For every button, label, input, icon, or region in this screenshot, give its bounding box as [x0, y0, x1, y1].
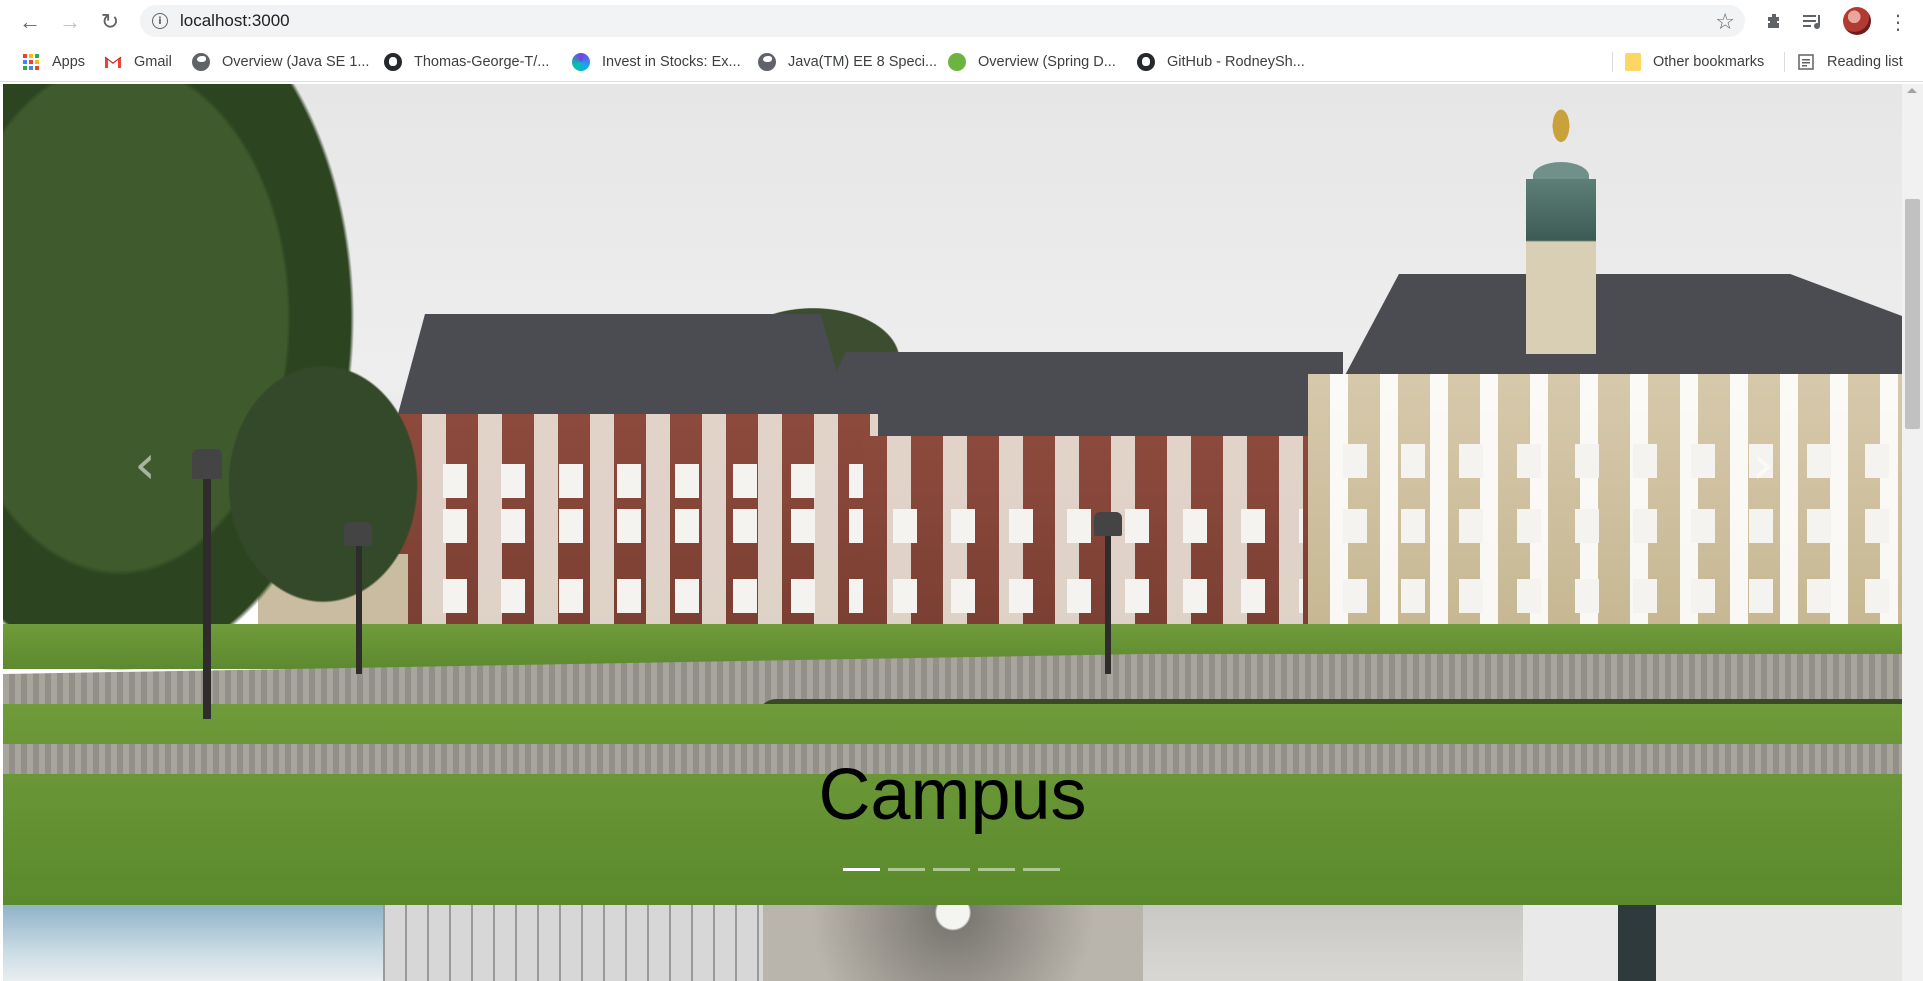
- slide-street-lamp: [344, 522, 372, 546]
- bookmark-label: GitHub - RodneySh...: [1167, 54, 1305, 70]
- slide-windows: [1323, 444, 1893, 478]
- bookmark-label: Java(TM) EE 8 Speci...: [788, 54, 938, 70]
- bookmark-gmail[interactable]: Gmail: [104, 43, 172, 81]
- menu-kebab-icon[interactable]: ⋮: [1888, 9, 1908, 35]
- invest-icon: [572, 53, 590, 71]
- reading-list-label: Reading list: [1827, 54, 1903, 70]
- bookmark-java-se[interactable]: Overview (Java SE 1...: [192, 43, 369, 81]
- browser-toolbar: ← → ↻ i localhost:3000 ☆ ⋮: [0, 0, 1923, 43]
- bookmark-label: Thomas-George-T/...: [414, 54, 550, 70]
- bookmark-spring[interactable]: Overview (Spring D...: [948, 43, 1116, 81]
- extensions-icon[interactable]: [1764, 9, 1784, 35]
- gmail-icon: [104, 53, 122, 71]
- slide-building-roof: [803, 352, 1343, 437]
- other-bookmarks-label: Other bookmarks: [1653, 54, 1765, 70]
- bookmark-other[interactable]: Other bookmarks: [1625, 43, 1764, 81]
- slide-windows: [873, 579, 1303, 613]
- github-icon: [384, 53, 402, 71]
- globe-icon: [758, 53, 776, 71]
- slide-windows: [1323, 509, 1893, 543]
- thumbnail-image[interactable]: [3, 905, 383, 981]
- slide-windows: [423, 579, 863, 613]
- thumbnail-image[interactable]: [763, 905, 1143, 981]
- slide-windows: [1323, 579, 1893, 613]
- reading-list-icon: [1797, 53, 1815, 71]
- forward-arrow-icon[interactable]: →: [56, 8, 84, 36]
- bookmark-star-icon[interactable]: ☆: [1715, 9, 1735, 35]
- thumbnail-image[interactable]: [383, 905, 763, 981]
- bookmark-thomas-george[interactable]: Thomas-George-T/...: [384, 43, 549, 81]
- chevron-left-icon: ‹: [134, 432, 156, 496]
- bookmark-apps[interactable]: Apps: [22, 43, 85, 81]
- slide-building-roof: [1343, 274, 1902, 379]
- bookmarks-divider: [1612, 52, 1613, 72]
- carousel-indicator[interactable]: [978, 868, 1015, 871]
- carousel-indicator[interactable]: [1023, 868, 1060, 871]
- spring-icon: [948, 53, 966, 71]
- slide-street-lamp: [1105, 524, 1111, 674]
- bookmark-java-ee[interactable]: Java(TM) EE 8 Speci...: [758, 43, 937, 81]
- carousel-indicator[interactable]: [933, 868, 970, 871]
- bookmarks-divider: [1784, 52, 1785, 72]
- bookmark-label: Overview (Java SE 1...: [222, 54, 370, 70]
- bookmark-label: Apps: [52, 54, 86, 70]
- slide-windows: [873, 509, 1303, 543]
- address-bar[interactable]: i localhost:3000 ☆: [140, 5, 1745, 37]
- apps-icon: [22, 53, 40, 71]
- carousel-indicator[interactable]: [888, 868, 925, 871]
- slide-windows: [423, 464, 863, 498]
- scroll-up-arrow-icon[interactable]: [1907, 88, 1917, 93]
- hero-carousel: ‹ › Campus: [3, 84, 1902, 905]
- media-queue-icon[interactable]: [1802, 9, 1824, 35]
- github-icon: [1137, 53, 1155, 71]
- carousel-caption: Campus: [818, 755, 1087, 835]
- carousel-prev-button[interactable]: ‹: [125, 432, 165, 496]
- carousel-indicator[interactable]: [843, 868, 880, 871]
- bookmark-label: Invest in Stocks: Ex...: [602, 54, 741, 70]
- slide-building-roof: [398, 314, 848, 414]
- thumbnail-image[interactable]: [1143, 905, 1523, 981]
- slide-street-lamp: [356, 534, 362, 674]
- slide-windows: [423, 509, 863, 543]
- chevron-right-icon: ›: [1752, 432, 1774, 496]
- back-arrow-icon[interactable]: ←: [16, 8, 44, 36]
- thumbnail-image[interactable]: [1523, 905, 1903, 981]
- reload-icon[interactable]: ↻: [96, 8, 124, 36]
- profile-avatar[interactable]: [1843, 7, 1871, 35]
- address-url[interactable]: localhost:3000: [180, 11, 290, 31]
- slide-street-lamp: [203, 464, 211, 719]
- slide-tree: [203, 334, 443, 634]
- reading-list[interactable]: Reading list: [1797, 43, 1903, 81]
- bookmarks-bar: Apps Gmail Overview (Java SE 1... Thomas…: [0, 43, 1923, 82]
- folder-icon: [1625, 53, 1641, 71]
- bookmark-label: Gmail: [134, 54, 172, 70]
- slide-golden-statue: [1548, 109, 1574, 151]
- slide-clock-tower: [1526, 179, 1596, 354]
- page-scrollbar[interactable]: [1902, 84, 1923, 981]
- bookmark-github-rodney[interactable]: GitHub - RodneySh...: [1137, 43, 1305, 81]
- bookmark-label: Overview (Spring D...: [978, 54, 1116, 70]
- scrollbar-thumb[interactable]: [1905, 199, 1920, 429]
- globe-icon: [192, 53, 210, 71]
- site-info-icon[interactable]: i: [152, 13, 168, 29]
- slide-street-lamp: [192, 449, 222, 479]
- carousel-next-button[interactable]: ›: [1743, 432, 1783, 496]
- slide-street-lamp: [1094, 512, 1122, 536]
- bookmark-invest-stocks[interactable]: Invest in Stocks: Ex...: [572, 43, 741, 81]
- carousel-indicators: [843, 868, 1060, 871]
- thumbnail-row: [3, 905, 1903, 981]
